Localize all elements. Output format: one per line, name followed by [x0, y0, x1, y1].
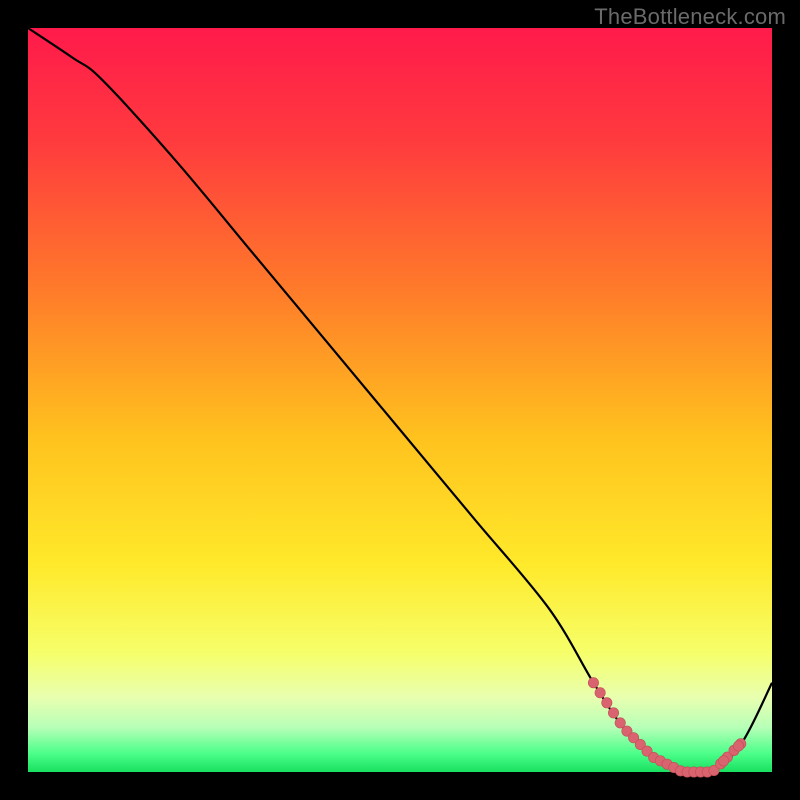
- bottleneck-chart: [0, 0, 800, 800]
- valley-marker: [588, 678, 598, 688]
- valley-marker: [718, 756, 728, 766]
- plot-background: [28, 28, 772, 772]
- valley-marker: [608, 708, 618, 718]
- valley-marker: [602, 698, 612, 708]
- valley-marker: [733, 741, 743, 751]
- chart-stage: TheBottleneck.com: [0, 0, 800, 800]
- watermark-text: TheBottleneck.com: [594, 4, 786, 30]
- valley-marker: [595, 688, 605, 698]
